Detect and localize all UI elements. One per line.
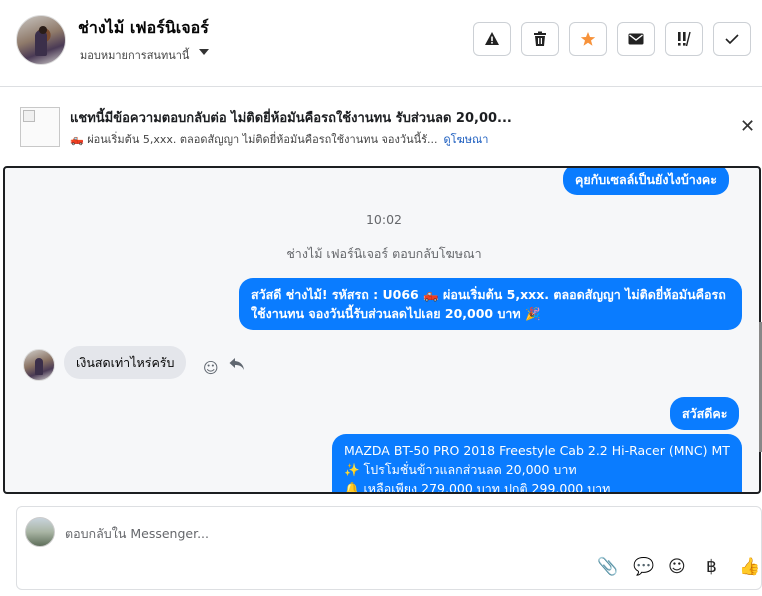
message-line: ใช้งานทน จองวันนี้รับส่วนลดไปเลย 20,000 … [251,306,541,321]
reply-input[interactable]: ตอบกลับใน Messenger... [65,524,209,544]
message-line: สวัสดี ช่างไม้! รหัสรถ : U066 🛻 ผ่อนเริ่… [251,287,726,302]
assign-label: มอบหมายการสนทนานี้ [80,49,190,62]
chevron-down-icon [199,49,210,55]
assign-conversation-dropdown[interactable]: มอบหมายการสนทนานี้ [80,46,210,64]
conversation-header: ช่างไม้ เฟอร์นิเจอร์ มอบหมายการสนทนานี้ [0,0,762,87]
ad-thumbnail[interactable] [20,107,60,147]
star-button[interactable] [569,22,607,56]
ad-reply-banner: แชทนี้มีข้อความตอบกลับต่อ ไม่ติดยี่ห้อมั… [0,87,762,165]
report-button[interactable] [473,22,511,56]
ad-subtitle-row: 🛻 ผ่อนเริ่มต้น 5,xxx. ตลอดสัญญา ไม่ติดยี… [70,130,488,148]
message-bubble-incoming[interactable]: เงินสดเท่าไหร่ครับ [64,346,187,379]
check-icon [725,34,739,45]
saved-replies-icon[interactable]: 💬 [633,557,654,577]
mail-icon [628,33,644,45]
reply-arrow-icon [229,358,244,370]
emoji-icon[interactable]: ☺ [668,557,686,577]
mark-done-button[interactable] [713,22,751,56]
delete-button[interactable] [521,22,559,56]
close-icon[interactable]: ✕ [740,116,755,137]
contact-name[interactable]: ช่างไม้ เฟอร์นิเจอร์ [78,16,209,41]
message-thread[interactable]: คุยกับเซลล์เป็นยังไงบ้างคะ 10:02 ช่างไม้… [3,166,761,494]
like-icon[interactable]: 👍 [739,557,760,577]
view-ad-link[interactable]: ดูโฆษณา [444,130,489,148]
message-line: 🔔 เหลือเพียง 279,000 บาท ปกติ 299,000 บา… [344,481,611,494]
message-bubble-outgoing[interactable]: สวัสดีคะ [670,397,740,430]
message-timestamp: 10:02 [365,212,403,227]
message-bubble-outgoing[interactable]: MAZDA BT-50 PRO 2018 Freestyle Cab 2.2 H… [332,434,742,494]
message-bubble-outgoing[interactable]: คุยกับเซลล์เป็นยังไงบ้างคะ [563,168,729,195]
contact-avatar-small[interactable] [23,349,55,381]
message-line: ✨ โปรโมชั่นข้าวแลกส่วนลด 20,000 บาท [344,462,577,477]
alert-icon [485,32,499,45]
message-bubble-outgoing[interactable]: สวัสดี ช่างไม้! รหัสรถ : U066 🛻 ผ่อนเริ่… [239,278,742,330]
react-icon[interactable]: ☺ [203,359,219,377]
reply-icon[interactable] [229,357,245,375]
ad-title: แชทนี้มีข้อความตอบกลับต่อ ไม่ติดยี่ห้อมั… [70,111,512,126]
ad-reply-meta: ช่างไม้ เฟอร์นิเจอร์ ตอบกลับโฆษณา [286,246,482,261]
star-icon [580,32,596,46]
important-icon [678,31,691,47]
trash-icon [534,31,546,46]
mark-unread-button[interactable] [617,22,655,56]
mark-important-button[interactable] [665,22,703,56]
ad-subtitle: 🛻 ผ่อนเริ่มต้น 5,xxx. ตลอดสัญญา ไม่ติดยี… [70,133,438,146]
contact-avatar[interactable] [16,15,66,65]
reply-composer[interactable]: ตอบกลับใน Messenger... 📎 💬 ☺ ฿ 👍 [16,506,762,590]
payment-icon[interactable]: ฿ [706,557,717,577]
message-line: MAZDA BT-50 PRO 2018 Freestyle Cab 2.2 H… [344,443,730,458]
page-avatar [25,517,55,547]
attach-icon[interactable]: 📎 [597,557,618,577]
